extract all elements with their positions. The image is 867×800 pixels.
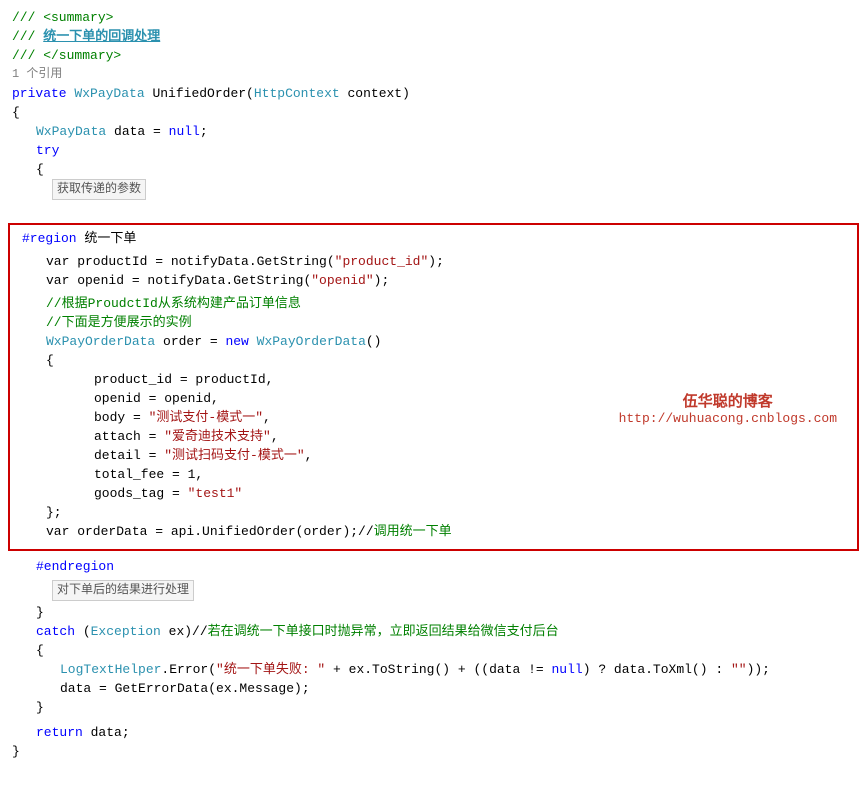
line-2: /// 统一下单的回调处理 (0, 27, 867, 46)
order-new-line: WxPayOrderData order = new WxPayOrderDat… (18, 332, 849, 351)
total-fee-line: total_fee = 1, (18, 465, 849, 484)
catch-line: catch (Exception ex)//若在调统一下单接口时抛异常，立即返回… (0, 622, 867, 641)
get-params-label-line: 获取传递的参数 (0, 179, 867, 202)
body-line: body = "测试支付-模式一", (18, 408, 849, 427)
line-1: /// <summary> (0, 8, 867, 27)
log-error-line: LogTextHelper.Error("统一下单失败: " + ex.ToSt… (0, 660, 867, 679)
endregion-line: #endregion (0, 557, 867, 576)
unified-order-region-box: #region 统一下单 var productId = notifyData.… (8, 223, 859, 551)
line-3: /// </summary> (0, 46, 867, 65)
line-4: 1 个引用 (0, 65, 867, 84)
goods-tag-line: goods_tag = "test1" (18, 484, 849, 503)
result-label: 对下单后的结果进行处理 (52, 580, 194, 601)
attach-line: attach = "爱奇迪技术支持", (18, 427, 849, 446)
open-brace-line: { (18, 351, 849, 370)
order-data-line: var orderData = api.UnifiedOrder(order);… (18, 522, 849, 541)
blank-before-box (0, 202, 867, 221)
close-brace-line: }; (18, 503, 849, 522)
line-7: WxPayData data = null; (0, 122, 867, 141)
get-error-data-line: data = GetErrorData(ex.Message); (0, 679, 867, 698)
result-label-line: 对下单后的结果进行处理 (0, 580, 867, 603)
final-close-brace-line: } (0, 742, 867, 761)
catch-open-line: { (0, 641, 867, 660)
line-5: private WxPayData UnifiedOrder(HttpConte… (0, 84, 867, 103)
line-9: { (0, 160, 867, 179)
comment1-line: //根据ProudctId从系统构建产品订单信息 (18, 294, 849, 313)
detail-line: detail = "测试扫码支付-模式一", (18, 446, 849, 465)
return-line: return data; (0, 723, 867, 742)
get-params-label: 获取传递的参数 (52, 179, 146, 200)
code-editor: /// <summary> /// 统一下单的回调处理 /// </summar… (0, 0, 867, 800)
openid-line: var openid = notifyData.GetString("openi… (18, 271, 849, 290)
line-6: { (0, 103, 867, 122)
product-id-assign-line: product_id = productId, (18, 370, 849, 389)
openid-assign-line: openid = openid, (18, 389, 849, 408)
comment2-line: //下面是方便展示的实例 (18, 313, 849, 332)
close-try-line: } (0, 603, 867, 622)
product-id-line: var productId = notifyData.GetString("pr… (18, 252, 849, 271)
region-line: #region 统一下单 (18, 229, 849, 248)
catch-close-line: } (0, 698, 867, 717)
line-8: try (0, 141, 867, 160)
